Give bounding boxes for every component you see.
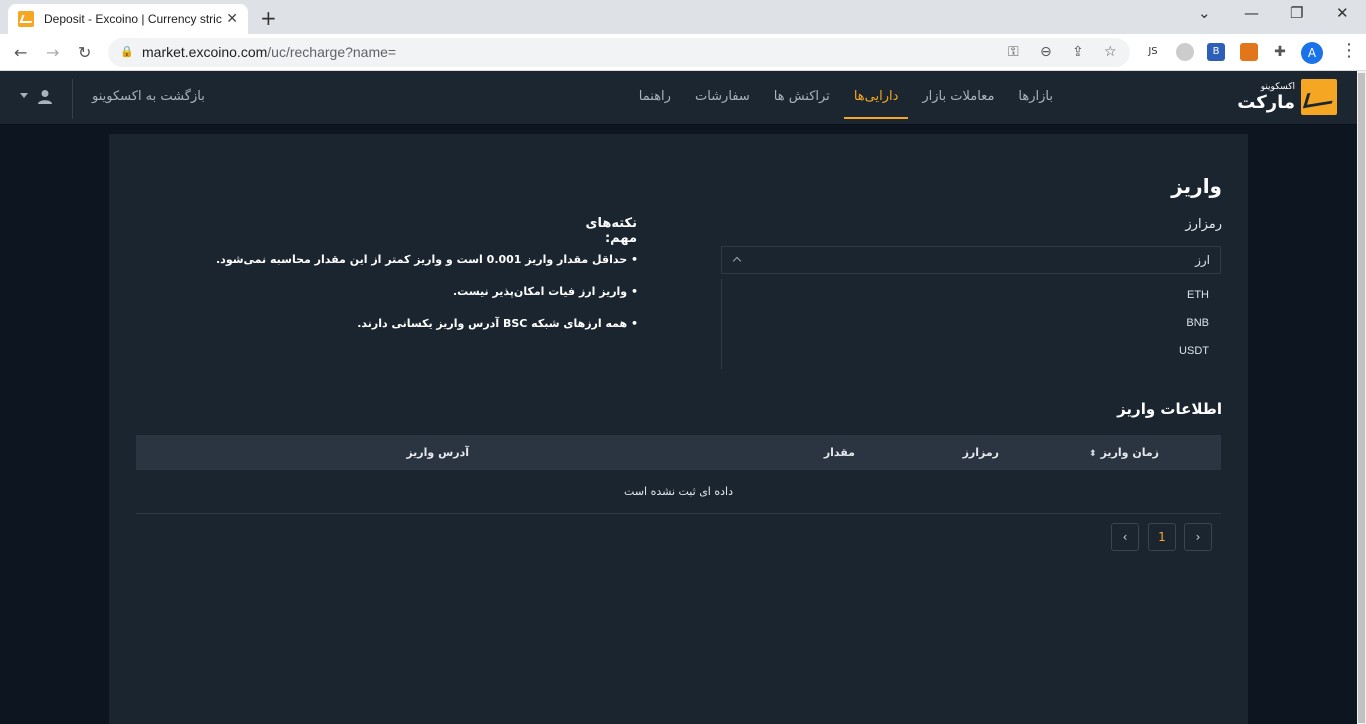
browser-tab[interactable]: Deposit - Excoino | Currency stric ✕ — [8, 4, 248, 34]
page-1-button[interactable]: 1 — [1148, 523, 1176, 551]
caret-down-icon[interactable] — [20, 93, 28, 98]
empty-state: داده ای ثبت نشده است — [136, 470, 1221, 514]
app-header: اکسکوینو مارکت بازارها معاملات بازار دار… — [0, 71, 1357, 125]
logo-title: مارکت — [1237, 91, 1295, 113]
logo-subtitle: اکسکوینو — [1260, 81, 1295, 92]
note-bsc: • همه ارزهای شبکه BSC آدرس واریز یکسانی … — [357, 317, 638, 330]
zoom-icon[interactable]: ⊖ — [1040, 44, 1052, 60]
currency-options: ETH BNB USDT — [721, 279, 1221, 369]
option-usdt[interactable]: USDT — [1179, 345, 1209, 357]
metamask-icon[interactable] — [1240, 43, 1258, 61]
lock-icon: 🔒 — [120, 45, 134, 58]
col-amount: مقدار — [823, 446, 855, 459]
tab-search-icon[interactable]: ⌄ — [1198, 4, 1211, 22]
logo-mark-icon — [1301, 79, 1337, 115]
extension-badge-icon[interactable]: B — [1207, 43, 1225, 61]
option-bnb[interactable]: BNB — [1186, 317, 1209, 329]
nav-trading[interactable]: معاملات بازار — [912, 71, 1004, 117]
puzzle-icon[interactable]: ✚ — [1271, 43, 1289, 61]
menu-kebab-icon[interactable]: ⋮ — [1340, 40, 1358, 61]
user-icon[interactable] — [38, 89, 52, 105]
browser-tabbar: Deposit - Excoino | Currency stric ✕ + ⌄… — [0, 0, 1366, 34]
deposit-info-title: اطلاعات واریز — [1117, 400, 1222, 418]
col-address: آدرس واریز — [406, 446, 469, 459]
back-arrow-icon[interactable]: ← — [14, 43, 27, 62]
bookmark-star-icon[interactable]: ☆ — [1104, 44, 1117, 60]
currency-select-value: ارز — [1195, 253, 1210, 267]
new-tab-icon[interactable]: + — [260, 6, 277, 30]
page-title: واریز — [1171, 174, 1222, 198]
profile-avatar[interactable]: A — [1301, 42, 1323, 64]
excoino-favicon-icon — [18, 11, 34, 27]
minimize-icon[interactable]: — — [1244, 4, 1259, 22]
nav-orders[interactable]: سفارشات — [685, 71, 760, 117]
main-nav: بازارها معاملات بازار دارایی‌ها تراکنش ه… — [627, 71, 1065, 125]
back-to-excoino-link[interactable]: بازگشت به اکسکوینو — [92, 89, 205, 104]
table-header: زمان واریز⬍ رمزارز مقدار آدرس واریز — [136, 435, 1221, 470]
sort-icon[interactable]: ⬍ — [1089, 449, 1097, 459]
reload-icon[interactable]: ↻ — [78, 43, 91, 62]
js-extension-icon[interactable]: JS — [1144, 43, 1162, 61]
col-currency: رمزارز — [962, 446, 999, 459]
scrollbar-thumb[interactable] — [1358, 73, 1365, 723]
address-bar[interactable]: 🔒 market.excoino.com/uc/recharge?name= ⚿… — [108, 38, 1130, 67]
deposit-table: زمان واریز⬍ رمزارز مقدار آدرس واریز داده… — [136, 435, 1221, 514]
forward-arrow-icon[interactable]: → — [46, 43, 59, 62]
scrollbar[interactable] — [1357, 71, 1366, 724]
divider — [72, 79, 73, 119]
restore-icon[interactable]: ❐ — [1290, 4, 1303, 22]
extension-icon[interactable] — [1176, 43, 1194, 61]
close-window-icon[interactable]: ✕ — [1336, 4, 1349, 22]
notes-title: نکته‌های مهم: — [585, 216, 637, 246]
deposit-panel: واریز رمزارز ارز ETH BNB USDT نکته‌های م… — [109, 134, 1248, 724]
tab-title: Deposit - Excoino | Currency stric — [44, 12, 222, 26]
currency-label: رمزارز — [1185, 217, 1222, 232]
key-icon[interactable]: ⚿ — [1008, 44, 1019, 60]
browser-toolbar: ← → ↻ 🔒 market.excoino.com/uc/recharge?n… — [0, 34, 1366, 71]
option-eth[interactable]: ETH — [1187, 289, 1209, 301]
nav-transactions[interactable]: تراکنش ها — [764, 71, 840, 117]
chevron-up-icon — [732, 256, 742, 266]
excoino-logo[interactable]: اکسکوینو مارکت — [1237, 79, 1337, 115]
url-text: market.excoino.com/uc/recharge?name= — [142, 44, 397, 60]
prev-page-button[interactable]: ‹ — [1111, 523, 1139, 551]
share-icon[interactable]: ⇪ — [1072, 44, 1084, 60]
col-time[interactable]: زمان واریز⬍ — [1089, 446, 1159, 459]
nav-markets[interactable]: بازارها — [1008, 71, 1063, 117]
nav-assets[interactable]: دارایی‌ها — [843, 71, 909, 119]
currency-select[interactable]: ارز — [721, 246, 1221, 274]
note-fiat: • واریز ارز فیات امکان‌پذیر نیست. — [453, 285, 638, 298]
nav-help[interactable]: راهنما — [629, 71, 681, 117]
note-min-deposit: • حداقل مقدار واریز 0.001 است و واریز کم… — [216, 253, 638, 266]
close-tab-icon[interactable]: ✕ — [226, 11, 238, 27]
next-page-button[interactable]: › — [1184, 523, 1212, 551]
